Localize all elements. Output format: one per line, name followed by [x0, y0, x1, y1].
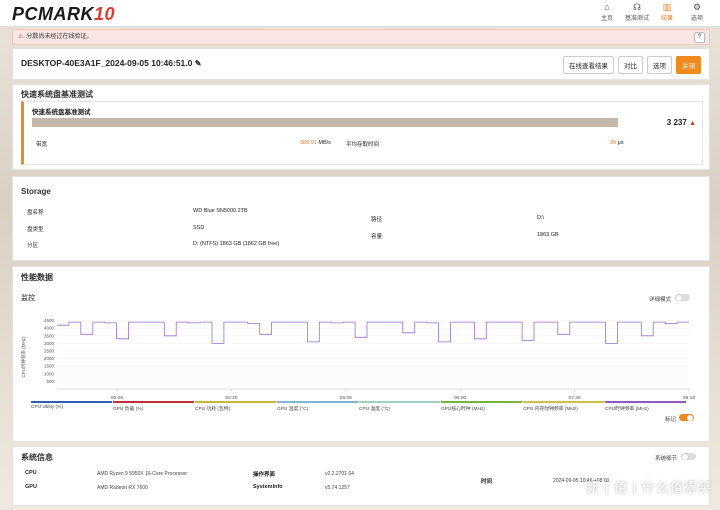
y-tick-label: 3000: [44, 341, 55, 346]
system-info-panel: 系统信息 系统细节 CPU AMD Ryzen 9 5950X 16-Core …: [12, 446, 710, 506]
section-title: 性能数据: [21, 273, 53, 282]
gpu-label: GPU: [25, 484, 37, 490]
validation-warning-banner: ⚠ 分数尚未经过在线验证。 ?: [12, 29, 710, 45]
alert-icon: ▲: [689, 120, 696, 127]
drive-type-label: 盘类型: [27, 227, 44, 233]
partition-label: 分区: [27, 243, 39, 249]
warning-text: 分数尚未经过在线验证。: [26, 34, 93, 40]
y-tick-label: 500: [46, 379, 54, 384]
drive-type-value: SSD: [193, 225, 205, 231]
time-label: 时间: [481, 479, 493, 485]
section-title: Storage: [21, 187, 51, 196]
detail-mode-label: 详细模式: [649, 297, 672, 303]
gpu-value: AMD Radeon RX 7600: [97, 485, 148, 491]
markers-label: 标记: [665, 417, 677, 423]
watermark: 新 | 值 | 什么值得买: [586, 480, 712, 495]
benchmark-card: 快速系统盘基准测试 3 237 ▲ 带宽 389.91 MB/s 平均存取时间 …: [21, 101, 703, 165]
benchmark-score: 3 237 ▲: [666, 118, 696, 127]
partition-value: D: (NTFS) 1863 GB (1862 GB free): [193, 241, 280, 247]
capacity-value: 1863 GB: [537, 232, 559, 238]
header-buttons: 在线查看结果 对比 选项 关闭: [563, 56, 701, 74]
drive-name-value: WD Blue SN5000 2TB: [193, 208, 248, 214]
nav-item-3[interactable]: ⚙ 选项: [684, 2, 710, 22]
options-button[interactable]: 选项: [647, 56, 672, 74]
nav-label: 主页: [600, 16, 613, 22]
nav-label: 基准测试: [624, 16, 649, 22]
systeminfo-value: v5.74.1257: [325, 485, 350, 491]
quick-benchmark-panel: 快速系统盘基准测试 快速系统盘基准测试 3 237 ▲ 带宽 389.91 MB…: [12, 84, 710, 170]
main-nav: ⌂ 主页 ☊ 基准测试 ▥ 结果 ⚙ 选项: [594, 2, 710, 22]
system-details-label: 系统细节: [655, 456, 678, 462]
system-details-toggle[interactable]: [681, 453, 696, 460]
top-bar: PCMARK10 ⌂ 主页 ☊ 基准测试 ▥ 结果 ⚙ 选项: [0, 0, 720, 27]
home-icon: ⌂: [604, 2, 610, 12]
drive-name-label: 盘名称: [27, 210, 44, 216]
series-line-cpu-clock: [57, 321, 689, 344]
capacity-label: 容量: [371, 234, 383, 240]
bar-chart-icon: ▥: [662, 2, 672, 12]
view-online-button[interactable]: 在线查看结果: [563, 56, 614, 74]
performance-panel: 性能数据 监控 详细模式 CPU时钟频率 (MHz) 4500 4000 3500 30…: [12, 266, 710, 442]
y-tick-label: 1500: [44, 364, 55, 369]
section-title: 快速系统盘基准测试: [21, 90, 93, 99]
compare-button[interactable]: 对比: [618, 56, 643, 74]
legend-item[interactable]: CPU Utility (%): [31, 401, 112, 412]
detail-mode-toggle[interactable]: [675, 294, 690, 301]
y-tick-label: 4500: [44, 318, 55, 323]
legend-item[interactable]: CPU 温度 (°C): [359, 401, 440, 412]
y-tick-label: 3500: [44, 333, 55, 338]
cpu-value: AMD Ryzen 9 5950X 16-Core Processor: [97, 471, 188, 477]
nav-label: 选项: [690, 16, 703, 22]
benchmark-name: 快速系统盘基准测试: [32, 109, 91, 116]
y-tick-label: 2000: [44, 356, 55, 361]
path-label: 路径: [371, 217, 383, 223]
path-value: D:\: [537, 215, 545, 221]
help-button[interactable]: ?: [694, 32, 705, 43]
gear-icon: ⚙: [692, 2, 702, 12]
systeminfo-label: SystemInfo: [253, 484, 283, 490]
storage-panel: Storage 盘名称 WD Blue SN5000 2TB 盘类型 SSD 分…: [12, 176, 710, 261]
section-title: 系统信息: [21, 453, 53, 462]
result-header: DESKTOP-40E3A1F_2024-09-05 10:46:51.0 ✎ …: [12, 48, 710, 80]
monitor-title: 监控: [21, 295, 35, 302]
gui-value: v2.2.2701 64: [325, 471, 354, 477]
legend-item[interactable]: GPU 温度 (°C): [277, 401, 358, 412]
y-tick-label: 4000: [44, 326, 55, 331]
markers-toggle[interactable]: [679, 414, 694, 421]
gui-label: 操作界面: [253, 472, 276, 478]
score-bar: [32, 118, 618, 127]
nav-item-2[interactable]: ▥ 结果: [654, 2, 680, 22]
warning-icon: ⚠: [18, 34, 24, 40]
latency-label: 平均存取时间: [346, 142, 380, 148]
legend-item[interactable]: GPU 内存时钟频率 (MHz): [523, 401, 604, 412]
legend-item[interactable]: GPU 负载 (%): [113, 401, 194, 412]
bandwidth-label: 带宽: [36, 142, 48, 148]
edit-icon[interactable]: ✎: [195, 59, 202, 68]
bandwidth-value: 389.91 MB/s: [300, 140, 331, 146]
y-tick-label: 2500: [44, 349, 55, 354]
app-logo: PCMARK10: [12, 4, 116, 24]
legend-item[interactable]: GPU核心时钟 (MHz): [441, 401, 522, 412]
chart-legend: CPU Utility (%) GPU 负载 (%) CPU 功耗 (瓦特) GPU …: [31, 401, 686, 412]
y-axis-label: CPU时钟频率 (MHz): [21, 336, 27, 377]
legend-item[interactable]: CPU 功耗 (瓦特): [195, 401, 276, 412]
headset-icon: ☊: [633, 2, 641, 12]
nav-label: 结果: [660, 16, 673, 22]
cpu-label: CPU: [25, 470, 37, 476]
nav-item-1[interactable]: ☊ 基准测试: [624, 2, 650, 22]
nav-item-0[interactable]: ⌂ 主页: [594, 2, 620, 22]
y-tick-label: 1000: [44, 371, 55, 376]
close-button[interactable]: 关闭: [676, 56, 701, 74]
monitor-chart: CPU时钟频率 (MHz) 4500 4000 3500 3000 2500 2000 150…: [21, 318, 695, 401]
result-title: DESKTOP-40E3A1F_2024-09-05 10:46:51.0 ✎: [21, 58, 202, 68]
latency-value: 39 μs: [610, 140, 624, 146]
legend-item[interactable]: CPU时钟频率 (MHz): [605, 401, 686, 412]
